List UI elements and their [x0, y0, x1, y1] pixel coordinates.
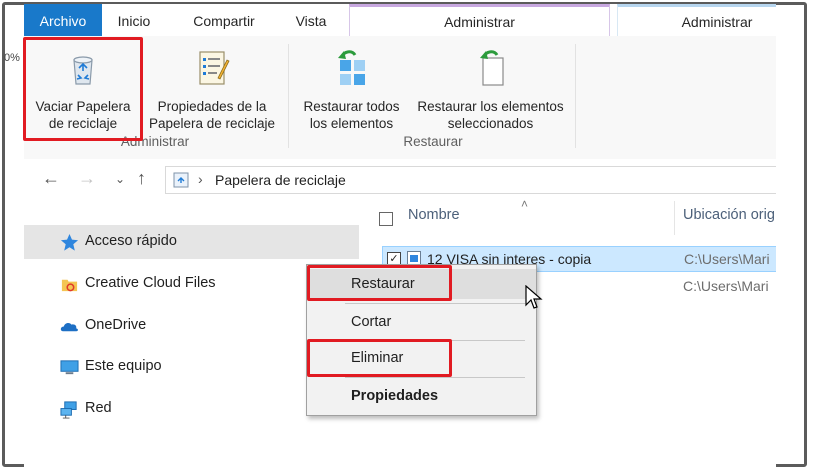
forward-arrow-icon[interactable]: →	[78, 168, 96, 189]
menu-item-label: Cortar	[351, 314, 392, 330]
menu-item-properties[interactable]: Propiedades	[307, 381, 536, 411]
menu-separator	[345, 377, 525, 378]
computer-icon	[60, 360, 79, 375]
network-icon	[60, 401, 77, 419]
group-label-restore: Restaurar	[403, 134, 463, 149]
menu-separator	[345, 303, 525, 304]
select-all-checkbox[interactable]	[379, 212, 393, 226]
nav-label: Acceso rápido	[85, 233, 177, 249]
back-arrow-icon[interactable]: ←	[42, 168, 60, 189]
highlight-box	[307, 339, 452, 377]
highlight-box	[307, 265, 452, 301]
restore-selected-icon	[479, 50, 504, 86]
menu-item-label: Propiedades	[351, 388, 439, 404]
restore-all-button[interactable]: Restaurar todos los elementos	[294, 36, 409, 134]
up-arrow-icon[interactable]: ↑	[137, 168, 146, 189]
tab-share[interactable]: Compartir	[184, 4, 264, 36]
nav-label: Este equipo	[85, 358, 162, 374]
restore-selected-label-1: Restaurar los elementos	[417, 99, 564, 114]
column-header-name[interactable]: Nombre	[408, 207, 460, 223]
nav-item-quick-access[interactable]: Acceso rápido	[24, 225, 359, 259]
column-divider	[674, 201, 675, 235]
file-location: C:\Users\Mari	[683, 278, 769, 294]
nav-label: Red	[85, 400, 112, 416]
address-bar-row: ← → ⌄ ↑ › Papelera de reciclaje	[24, 159, 776, 201]
restore-all-label-2: los elementos	[309, 116, 394, 131]
address-bar[interactable]: › Papelera de reciclaje	[165, 166, 776, 194]
restore-all-label-1: Restaurar todos	[303, 99, 400, 114]
properties-icon	[199, 51, 230, 85]
bin-props-label-1: Propiedades de la	[157, 99, 267, 114]
star-icon	[60, 233, 79, 251]
mouse-cursor-icon	[525, 285, 543, 309]
tab-manage-recycle[interactable]: Administrar	[349, 4, 610, 37]
chevron-down-icon[interactable]: ⌄	[115, 172, 125, 186]
breadcrumb-path[interactable]: Papelera de reciclaje	[215, 172, 346, 188]
tab-file[interactable]: Archivo	[24, 4, 102, 36]
sort-ascending-icon: ˄	[521, 197, 529, 211]
restore-all-icon	[337, 50, 365, 85]
breadcrumb-chevron-icon: ›	[198, 171, 203, 187]
bin-props-label-2: Papelera de reciclaje	[148, 116, 276, 131]
restore-selected-label-2: seleccionados	[447, 116, 534, 131]
tab-manage-secondary[interactable]: Administrar	[617, 4, 776, 37]
highlight-box	[23, 37, 143, 141]
restore-selected-button[interactable]: Restaurar los elementos seleccionados	[409, 36, 572, 134]
recycle-bin-small-icon	[173, 172, 189, 188]
tab-view[interactable]: Vista	[286, 4, 336, 36]
ribbon-separator	[288, 44, 289, 148]
nav-label: Creative Cloud Files	[85, 275, 216, 291]
recycle-bin-properties-button[interactable]: Propiedades de la Papelera de reciclaje	[142, 36, 282, 134]
tab-home[interactable]: Inicio	[110, 4, 158, 36]
file-location: C:\Users\Mari	[684, 251, 770, 267]
ribbon-tab-strip: Archivo Inicio Compartir Vista Administr…	[24, 4, 776, 37]
column-header-location[interactable]: Ubicación orig	[683, 207, 775, 223]
ribbon-cut-text: 0%	[4, 52, 20, 64]
nav-label: OneDrive	[85, 317, 147, 333]
menu-item-cut[interactable]: Cortar	[307, 307, 536, 337]
onedrive-icon	[60, 322, 78, 332]
ribbon-separator	[575, 44, 576, 148]
creative-cloud-icon	[61, 279, 78, 292]
